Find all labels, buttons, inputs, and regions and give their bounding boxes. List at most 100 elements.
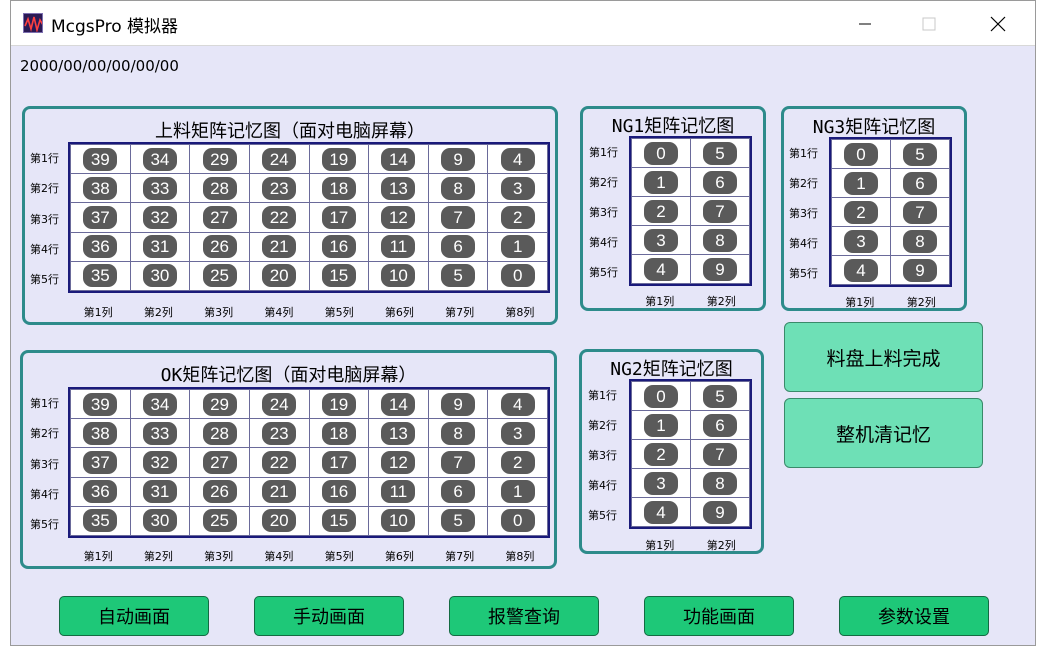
position-chip: 2 bbox=[644, 442, 678, 466]
position-chip: 3 bbox=[500, 421, 535, 445]
manual-screen-button[interactable]: 手动画面 bbox=[254, 596, 404, 636]
matrix-cell: 24 bbox=[248, 388, 310, 420]
position-chip: 29 bbox=[202, 392, 237, 416]
column-label: 第2列 bbox=[706, 295, 736, 308]
row-label: 第2行 bbox=[589, 176, 618, 189]
position-chip: 9 bbox=[441, 147, 476, 171]
matrix-cell: 18 bbox=[308, 418, 370, 449]
column-label: 第2列 bbox=[143, 550, 173, 563]
row-label: 第4行 bbox=[30, 242, 59, 256]
column-label: 第2列 bbox=[906, 296, 936, 309]
position-chip: 24 bbox=[262, 392, 297, 416]
position-chip: 25 bbox=[202, 509, 237, 533]
matrix-cell: 15 bbox=[308, 260, 370, 292]
position-chip: 31 bbox=[142, 480, 177, 504]
position-chip: 27 bbox=[202, 450, 237, 474]
row-label: 第1行 bbox=[30, 397, 59, 411]
position-chip: 25 bbox=[202, 264, 237, 288]
alarm-query-button[interactable]: 报警查询 bbox=[449, 596, 599, 636]
position-chip: 4 bbox=[644, 500, 678, 524]
row-label: 第1行 bbox=[789, 147, 818, 160]
maximize-icon[interactable] bbox=[909, 9, 949, 39]
matrix-cell: 9 bbox=[427, 388, 489, 420]
matrix-cell: 1 bbox=[631, 410, 691, 440]
position-chip: 1 bbox=[644, 413, 678, 437]
tray-loaded-button[interactable]: 料盘上料完成 bbox=[784, 322, 983, 392]
position-chip: 6 bbox=[703, 413, 737, 437]
matrix-cell: 26 bbox=[189, 476, 250, 507]
position-chip: 19 bbox=[321, 147, 356, 171]
row-label: 第5行 bbox=[588, 509, 617, 522]
matrix-cell: 28 bbox=[189, 418, 250, 449]
position-chip: 1 bbox=[644, 170, 678, 194]
matrix-cell: 6 bbox=[890, 168, 950, 198]
position-chip: 26 bbox=[202, 235, 237, 259]
position-chip: 22 bbox=[262, 205, 297, 229]
title-bar: McgsPro 模拟器 bbox=[11, 1, 1035, 46]
matrix-cell: 27 bbox=[189, 202, 250, 233]
matrix-cell: 4 bbox=[631, 254, 691, 284]
row-label: 第4行 bbox=[589, 236, 618, 249]
simulator-window: McgsPro 模拟器 2000/00/00/00/00/00 上料矩阵记忆图（… bbox=[10, 0, 1036, 646]
position-chip: 15 bbox=[321, 264, 356, 288]
matrix-cell: 19 bbox=[308, 143, 370, 175]
row-label: 第4行 bbox=[588, 479, 617, 492]
row-label: 第1行 bbox=[30, 152, 59, 166]
matrix-cell: 7 bbox=[690, 196, 750, 226]
position-chip: 6 bbox=[441, 480, 476, 504]
position-chip: 5 bbox=[441, 509, 476, 533]
position-chip: 5 bbox=[703, 141, 737, 165]
position-chip: 36 bbox=[83, 480, 118, 504]
matrix-cell: 35 bbox=[70, 260, 131, 292]
position-chip: 0 bbox=[500, 509, 535, 533]
row-label: 第2行 bbox=[789, 177, 818, 190]
matrix-cell: 3 bbox=[487, 173, 548, 204]
row-label: 第5行 bbox=[30, 272, 59, 286]
matrix-cell: 11 bbox=[368, 231, 429, 262]
matrix-cell: 33 bbox=[129, 418, 191, 449]
position-chip: 1 bbox=[500, 235, 535, 259]
position-chip: 22 bbox=[262, 450, 297, 474]
column-label: 第1列 bbox=[645, 295, 675, 308]
position-chip: 28 bbox=[202, 176, 237, 200]
matrix-cell: 13 bbox=[368, 173, 429, 204]
position-chip: 7 bbox=[441, 450, 476, 474]
matrix-cell: 9 bbox=[427, 143, 489, 175]
position-chip: 5 bbox=[441, 264, 476, 288]
position-chip: 4 bbox=[500, 147, 535, 171]
matrix-cell: 0 bbox=[631, 381, 691, 411]
position-chip: 4 bbox=[500, 392, 535, 416]
position-chip: 3 bbox=[500, 176, 535, 200]
matrix-cell: 32 bbox=[129, 447, 191, 478]
position-chip: 35 bbox=[83, 264, 118, 288]
matrix-cell: 8 bbox=[427, 173, 489, 204]
column-label: 第3列 bbox=[204, 550, 234, 563]
ng1-matrix-grid: 0 5 1 6 2 7 3 8 4 9 bbox=[629, 136, 752, 286]
position-chip: 0 bbox=[844, 142, 878, 166]
row-label: 第2行 bbox=[30, 182, 59, 196]
clear-memory-button[interactable]: 整机清记忆 bbox=[784, 398, 983, 468]
position-chip: 21 bbox=[262, 235, 297, 259]
ok-matrix-title: OK矩阵记忆图（面对电脑屏幕） bbox=[160, 365, 417, 386]
close-icon[interactable] bbox=[978, 9, 1018, 39]
position-chip: 8 bbox=[441, 421, 476, 445]
matrix-cell: 8 bbox=[690, 225, 750, 255]
position-chip: 24 bbox=[262, 147, 297, 171]
matrix-cell: 2 bbox=[631, 439, 691, 469]
auto-screen-button[interactable]: 自动画面 bbox=[59, 596, 209, 636]
function-screen-button[interactable]: 功能画面 bbox=[644, 596, 794, 636]
position-chip: 36 bbox=[83, 235, 118, 259]
minimize-icon[interactable] bbox=[845, 9, 885, 39]
matrix-cell: 6 bbox=[690, 410, 750, 440]
column-label: 第6列 bbox=[384, 550, 414, 563]
parameter-settings-button[interactable]: 参数设置 bbox=[839, 596, 989, 636]
matrix-cell: 0 bbox=[487, 505, 548, 537]
position-chip: 19 bbox=[321, 392, 356, 416]
column-label: 第1列 bbox=[845, 296, 875, 309]
matrix-cell: 1 bbox=[831, 168, 891, 198]
matrix-cell: 25 bbox=[189, 505, 250, 537]
row-label: 第5行 bbox=[30, 517, 59, 531]
matrix-cell: 0 bbox=[831, 139, 891, 169]
position-chip: 34 bbox=[142, 147, 177, 171]
position-chip: 8 bbox=[441, 176, 476, 200]
